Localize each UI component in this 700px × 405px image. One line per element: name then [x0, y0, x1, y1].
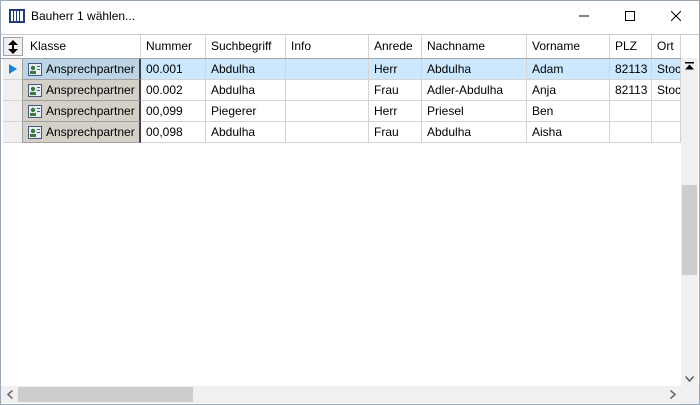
cell-vorname[interactable]: Adam — [527, 59, 610, 80]
window-title: Bauherr 1 wählen... — [31, 9, 136, 23]
cell-klasse[interactable]: Ansprechpartner — [23, 101, 141, 122]
table-row[interactable]: Ansprechpartner 00,099 Piegerer Herr Pri… — [1, 101, 681, 122]
klasse-label: Ansprechpartner — [46, 125, 135, 139]
scroll-left-button[interactable] — [1, 386, 18, 403]
scroll-down-button[interactable] — [681, 370, 698, 387]
sort-toggle-button[interactable] — [3, 37, 23, 56]
size-grip[interactable] — [681, 386, 699, 404]
cell-ort[interactable] — [652, 101, 681, 122]
cell-info[interactable] — [286, 122, 369, 143]
horizontal-scrollbar[interactable] — [1, 386, 681, 403]
cell-plz[interactable] — [610, 101, 652, 122]
cell-klasse[interactable]: Ansprechpartner — [23, 59, 141, 80]
column-header-anrede[interactable]: Anrede — [369, 35, 422, 58]
cell-plz[interactable] — [610, 122, 652, 143]
current-row-arrow-icon — [8, 64, 17, 74]
klasse-label: Ansprechpartner — [46, 83, 135, 97]
contact-card-icon — [28, 83, 42, 97]
scroll-right-button[interactable] — [664, 386, 681, 403]
klasse-label: Ansprechpartner — [46, 104, 135, 118]
vertical-scrollbar[interactable] — [681, 58, 698, 387]
cell-vorname[interactable]: Aisha — [527, 122, 610, 143]
title-bar[interactable]: Bauherr 1 wählen... — [1, 1, 699, 31]
dialog-window: Bauherr 1 wählen... Klasse Nummer Suchbe… — [0, 0, 700, 405]
cell-nachname[interactable]: Priesel — [422, 101, 527, 122]
close-button[interactable] — [653, 1, 699, 31]
vertical-scroll-thumb[interactable] — [682, 185, 697, 275]
cell-plz[interactable]: 82113 — [610, 59, 652, 80]
row-indicator[interactable] — [3, 101, 23, 122]
scroll-top-icon — [685, 62, 694, 70]
cell-suchbegriff[interactable]: Abdulha — [206, 80, 286, 101]
table-row[interactable]: Ansprechpartner 00.002 Abdulha Frau Adle… — [1, 80, 681, 101]
cell-nachname[interactable]: Adler-Abdulha — [422, 80, 527, 101]
cell-vorname[interactable]: Ben — [527, 101, 610, 122]
row-indicator[interactable] — [3, 122, 23, 143]
grid-header: Klasse Nummer Suchbegriff Info Anrede Na… — [1, 35, 681, 59]
column-header-info[interactable]: Info — [286, 35, 369, 58]
column-header-nachname[interactable]: Nachname — [422, 35, 527, 58]
cell-plz[interactable]: 82113 — [610, 80, 652, 101]
cell-info[interactable] — [286, 59, 369, 80]
cell-suchbegriff[interactable]: Piegerer — [206, 101, 286, 122]
contact-card-icon — [28, 62, 42, 76]
cell-klasse[interactable]: Ansprechpartner — [23, 122, 141, 143]
minimize-button[interactable] — [561, 1, 607, 31]
minimize-icon — [579, 15, 589, 17]
cell-nummer[interactable]: 00.001 — [141, 59, 206, 80]
chevron-down-icon — [685, 375, 694, 382]
cell-nachname[interactable]: Abdulha — [422, 122, 527, 143]
cell-anrede[interactable]: Frau — [369, 122, 422, 143]
column-header-nummer[interactable]: Nummer — [141, 35, 206, 58]
cell-nachname[interactable]: Abdulha — [422, 59, 527, 80]
row-indicator[interactable] — [3, 59, 23, 80]
cell-ort[interactable]: Stock — [652, 80, 681, 101]
app-icon — [9, 9, 25, 23]
column-header-plz[interactable]: PLZ — [610, 35, 652, 58]
cell-info[interactable] — [286, 101, 369, 122]
cell-ort[interactable] — [652, 122, 681, 143]
cell-info[interactable] — [286, 80, 369, 101]
maximize-button[interactable] — [607, 1, 653, 31]
column-header-ort[interactable]: Ort — [652, 35, 681, 58]
cell-klasse[interactable]: Ansprechpartner — [23, 80, 141, 101]
cell-nummer[interactable]: 00,099 — [141, 101, 206, 122]
maximize-icon — [625, 11, 635, 21]
data-grid[interactable]: Klasse Nummer Suchbegriff Info Anrede Na… — [1, 34, 699, 387]
chevron-left-icon — [6, 390, 13, 399]
cell-anrede[interactable]: Herr — [369, 59, 422, 80]
cell-nummer[interactable]: 00,098 — [141, 122, 206, 143]
cell-suchbegriff[interactable]: Abdulha — [206, 59, 286, 80]
scroll-to-top-button[interactable] — [681, 58, 698, 75]
cell-anrede[interactable]: Herr — [369, 101, 422, 122]
table-row[interactable]: Ansprechpartner 00,098 Abdulha Frau Abdu… — [1, 122, 681, 143]
close-icon — [671, 11, 681, 21]
table-row[interactable]: Ansprechpartner 00.001 Abdulha Herr Abdu… — [1, 59, 681, 80]
klasse-label: Ansprechpartner — [46, 62, 135, 76]
column-header-suchbegriff[interactable]: Suchbegriff — [206, 35, 286, 58]
column-header-klasse[interactable]: Klasse — [25, 35, 141, 58]
horizontal-scroll-thumb[interactable] — [18, 387, 193, 402]
cell-suchbegriff[interactable]: Abdulha — [206, 122, 286, 143]
cell-vorname[interactable]: Anja — [527, 80, 610, 101]
row-indicator[interactable] — [3, 80, 23, 101]
cell-anrede[interactable]: Frau — [369, 80, 422, 101]
cell-nummer[interactable]: 00.002 — [141, 80, 206, 101]
cell-ort[interactable]: Stock — [652, 59, 681, 80]
sort-updown-icon — [8, 39, 18, 54]
column-header-vorname[interactable]: Vorname — [527, 35, 610, 58]
contact-card-icon — [28, 125, 42, 139]
contact-card-icon — [28, 104, 42, 118]
chevron-right-icon — [669, 390, 676, 399]
